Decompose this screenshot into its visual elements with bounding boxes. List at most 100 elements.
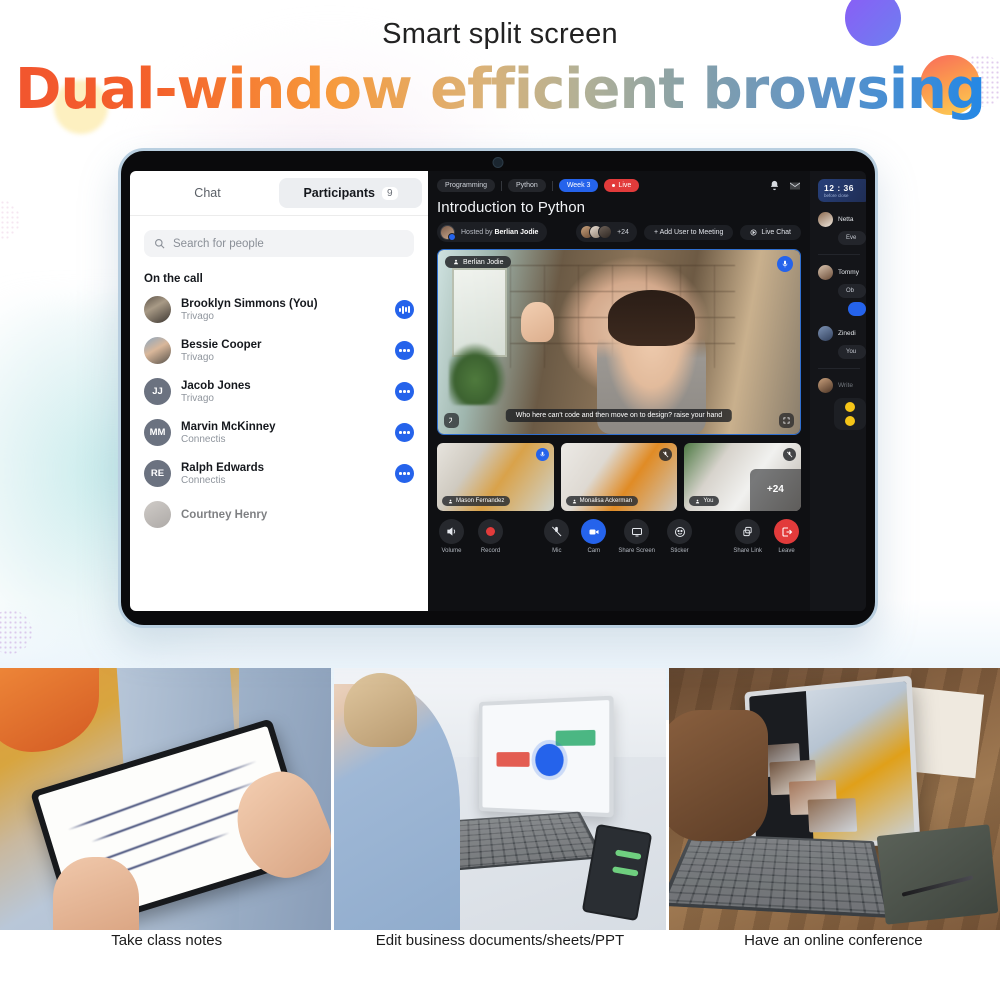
ellipsis-icon — [399, 431, 410, 434]
screen-icon-circle — [624, 519, 650, 544]
header-icons — [769, 180, 801, 192]
list-item[interactable]: MM Marvin McKinney Connectis — [144, 412, 414, 453]
share-screen-button[interactable]: Share Screen — [618, 519, 655, 554]
emoji-icon[interactable] — [845, 402, 855, 412]
tab-chat[interactable]: Chat — [136, 178, 279, 208]
audio-level-icon[interactable] — [395, 300, 414, 319]
meeting-tags: Programming Python Week 3 Live — [437, 179, 801, 192]
thumbnail-tile[interactable]: Monalisa Ackerman — [560, 443, 678, 511]
leave-button[interactable]: Leave — [774, 519, 800, 554]
leave-icon — [781, 526, 792, 537]
photo-captions: Take class notes Edit business documents… — [0, 932, 1000, 972]
pin-video-button[interactable] — [444, 413, 459, 428]
thumbnail-overflow-count[interactable]: +24 — [749, 468, 802, 511]
chat-sidebar: 12 : 36 before close Netta Eve Tommy Ob — [810, 171, 866, 611]
microphone-icon — [782, 260, 788, 268]
record-icon — [486, 527, 495, 536]
list-item[interactable]: Bessie Cooper Trivago — [144, 330, 414, 371]
cushion-detail — [0, 668, 100, 752]
volume-button[interactable]: Volume — [439, 519, 464, 554]
participant-name: Marvin McKinney — [181, 420, 276, 433]
list-item[interactable]: JJ Jacob Jones Trivago — [144, 371, 414, 412]
record-button[interactable]: Record — [478, 519, 503, 554]
volume-icon — [447, 527, 456, 536]
more-options-icon[interactable] — [395, 464, 414, 483]
attendee-stack[interactable]: +24 — [576, 222, 637, 242]
list-item[interactable]: Courtney Henry — [144, 494, 414, 535]
camera-icon — [589, 529, 599, 534]
host-avatar — [440, 224, 456, 241]
thumbnail-name-badge: You — [689, 496, 720, 506]
mic-off-icon — [783, 448, 797, 461]
list-item[interactable]: Brooklyn Simmons (You) Trivago — [144, 289, 414, 330]
person-icon — [454, 259, 458, 265]
chat-message-bubble-own — [848, 302, 866, 316]
chat-input[interactable]: Write — [818, 378, 866, 393]
participants-count-badge: 9 — [382, 186, 398, 200]
diagram-node-red — [496, 752, 531, 768]
caption-online-conference: Have an online conference — [744, 932, 923, 949]
attendee-overflow-count: +24 — [617, 228, 629, 236]
search-placeholder: Search for people — [173, 237, 264, 250]
sticker-button[interactable]: Sticker — [667, 519, 693, 554]
avatar — [144, 501, 171, 528]
tag-python[interactable]: Python — [508, 179, 546, 192]
add-user-button[interactable]: + Add User to Meeting — [643, 224, 734, 240]
avatar — [144, 337, 171, 364]
tablet-in-photo — [479, 696, 615, 819]
meeting-title: Introduction to Python — [437, 199, 586, 216]
more-options-icon[interactable] — [395, 382, 414, 401]
tag-week[interactable]: Week 3 — [558, 179, 599, 192]
link-icon-circle — [735, 519, 761, 544]
tablet-in-photo — [743, 675, 921, 847]
mail-icon[interactable] — [789, 180, 801, 192]
diagram-node-center — [535, 743, 564, 777]
live-caption: Who here can't code and then move on to … — [505, 409, 733, 422]
avatar — [818, 212, 833, 227]
emoji-icon[interactable] — [845, 416, 855, 426]
tag-live[interactable]: Live — [604, 179, 640, 192]
sticker-label: Sticker — [670, 548, 689, 554]
person-icon — [696, 499, 700, 503]
thumbnail-tile[interactable]: Mason Fernandez — [437, 443, 554, 511]
live-chat-label: Live Chat — [761, 228, 791, 236]
participants-list: Brooklyn Simmons (You) Trivago Bessie Co… — [130, 289, 428, 611]
search-input[interactable]: Search for people — [144, 230, 414, 257]
expand-icon — [783, 417, 790, 424]
record-label: Record — [480, 548, 501, 554]
mic-label: Mic — [552, 548, 562, 554]
host-prefix: Hosted by — [461, 228, 493, 236]
tag-programming[interactable]: Programming — [437, 179, 496, 192]
main-video-stage[interactable]: Berlian Jodie Who here can't code and th… — [437, 249, 801, 435]
tablet-screen: Chat Participants 9 Search for people On… — [130, 171, 866, 611]
list-item[interactable]: RE Ralph Edwards Connectis — [144, 453, 414, 494]
more-options-icon[interactable] — [395, 423, 414, 442]
volume-icon-circle — [439, 519, 464, 544]
divider — [818, 368, 860, 369]
thumbnail-name: Monalisa Ackerman — [579, 498, 633, 504]
live-chat-button[interactable]: Live Chat — [740, 224, 801, 240]
dotted-circle-decoration-mid — [0, 200, 20, 240]
meeting-subbar: Hosted by Berlian Jodie +24 + Add User t… — [437, 222, 801, 242]
diagram-node-green — [555, 730, 596, 747]
keyboard-detail — [668, 833, 893, 918]
emoji-picker[interactable] — [834, 398, 866, 430]
camera-label: Cam — [587, 548, 601, 554]
tab-participants[interactable]: Participants 9 — [279, 178, 422, 208]
front-camera-icon — [492, 157, 504, 168]
chat-message-bubble: Eve — [838, 231, 866, 245]
fullscreen-button[interactable] — [779, 413, 794, 428]
mic-button[interactable]: Mic — [544, 519, 570, 554]
camera-button[interactable]: Cam — [581, 519, 607, 554]
host-name: Berlian Jodie — [494, 228, 539, 236]
more-options-icon[interactable] — [395, 341, 414, 360]
bell-icon[interactable] — [769, 180, 780, 191]
thumbnail-tile[interactable]: You +24 — [684, 443, 802, 511]
ellipsis-icon — [399, 349, 410, 352]
raised-hand — [521, 301, 554, 342]
chat-message-bubble: You — [838, 345, 866, 359]
share-link-button[interactable]: Share Link — [733, 519, 762, 554]
participant-org: Trivago — [181, 351, 214, 363]
thumbnail-name: You — [703, 498, 714, 504]
mic-status-icon[interactable] — [777, 256, 793, 272]
